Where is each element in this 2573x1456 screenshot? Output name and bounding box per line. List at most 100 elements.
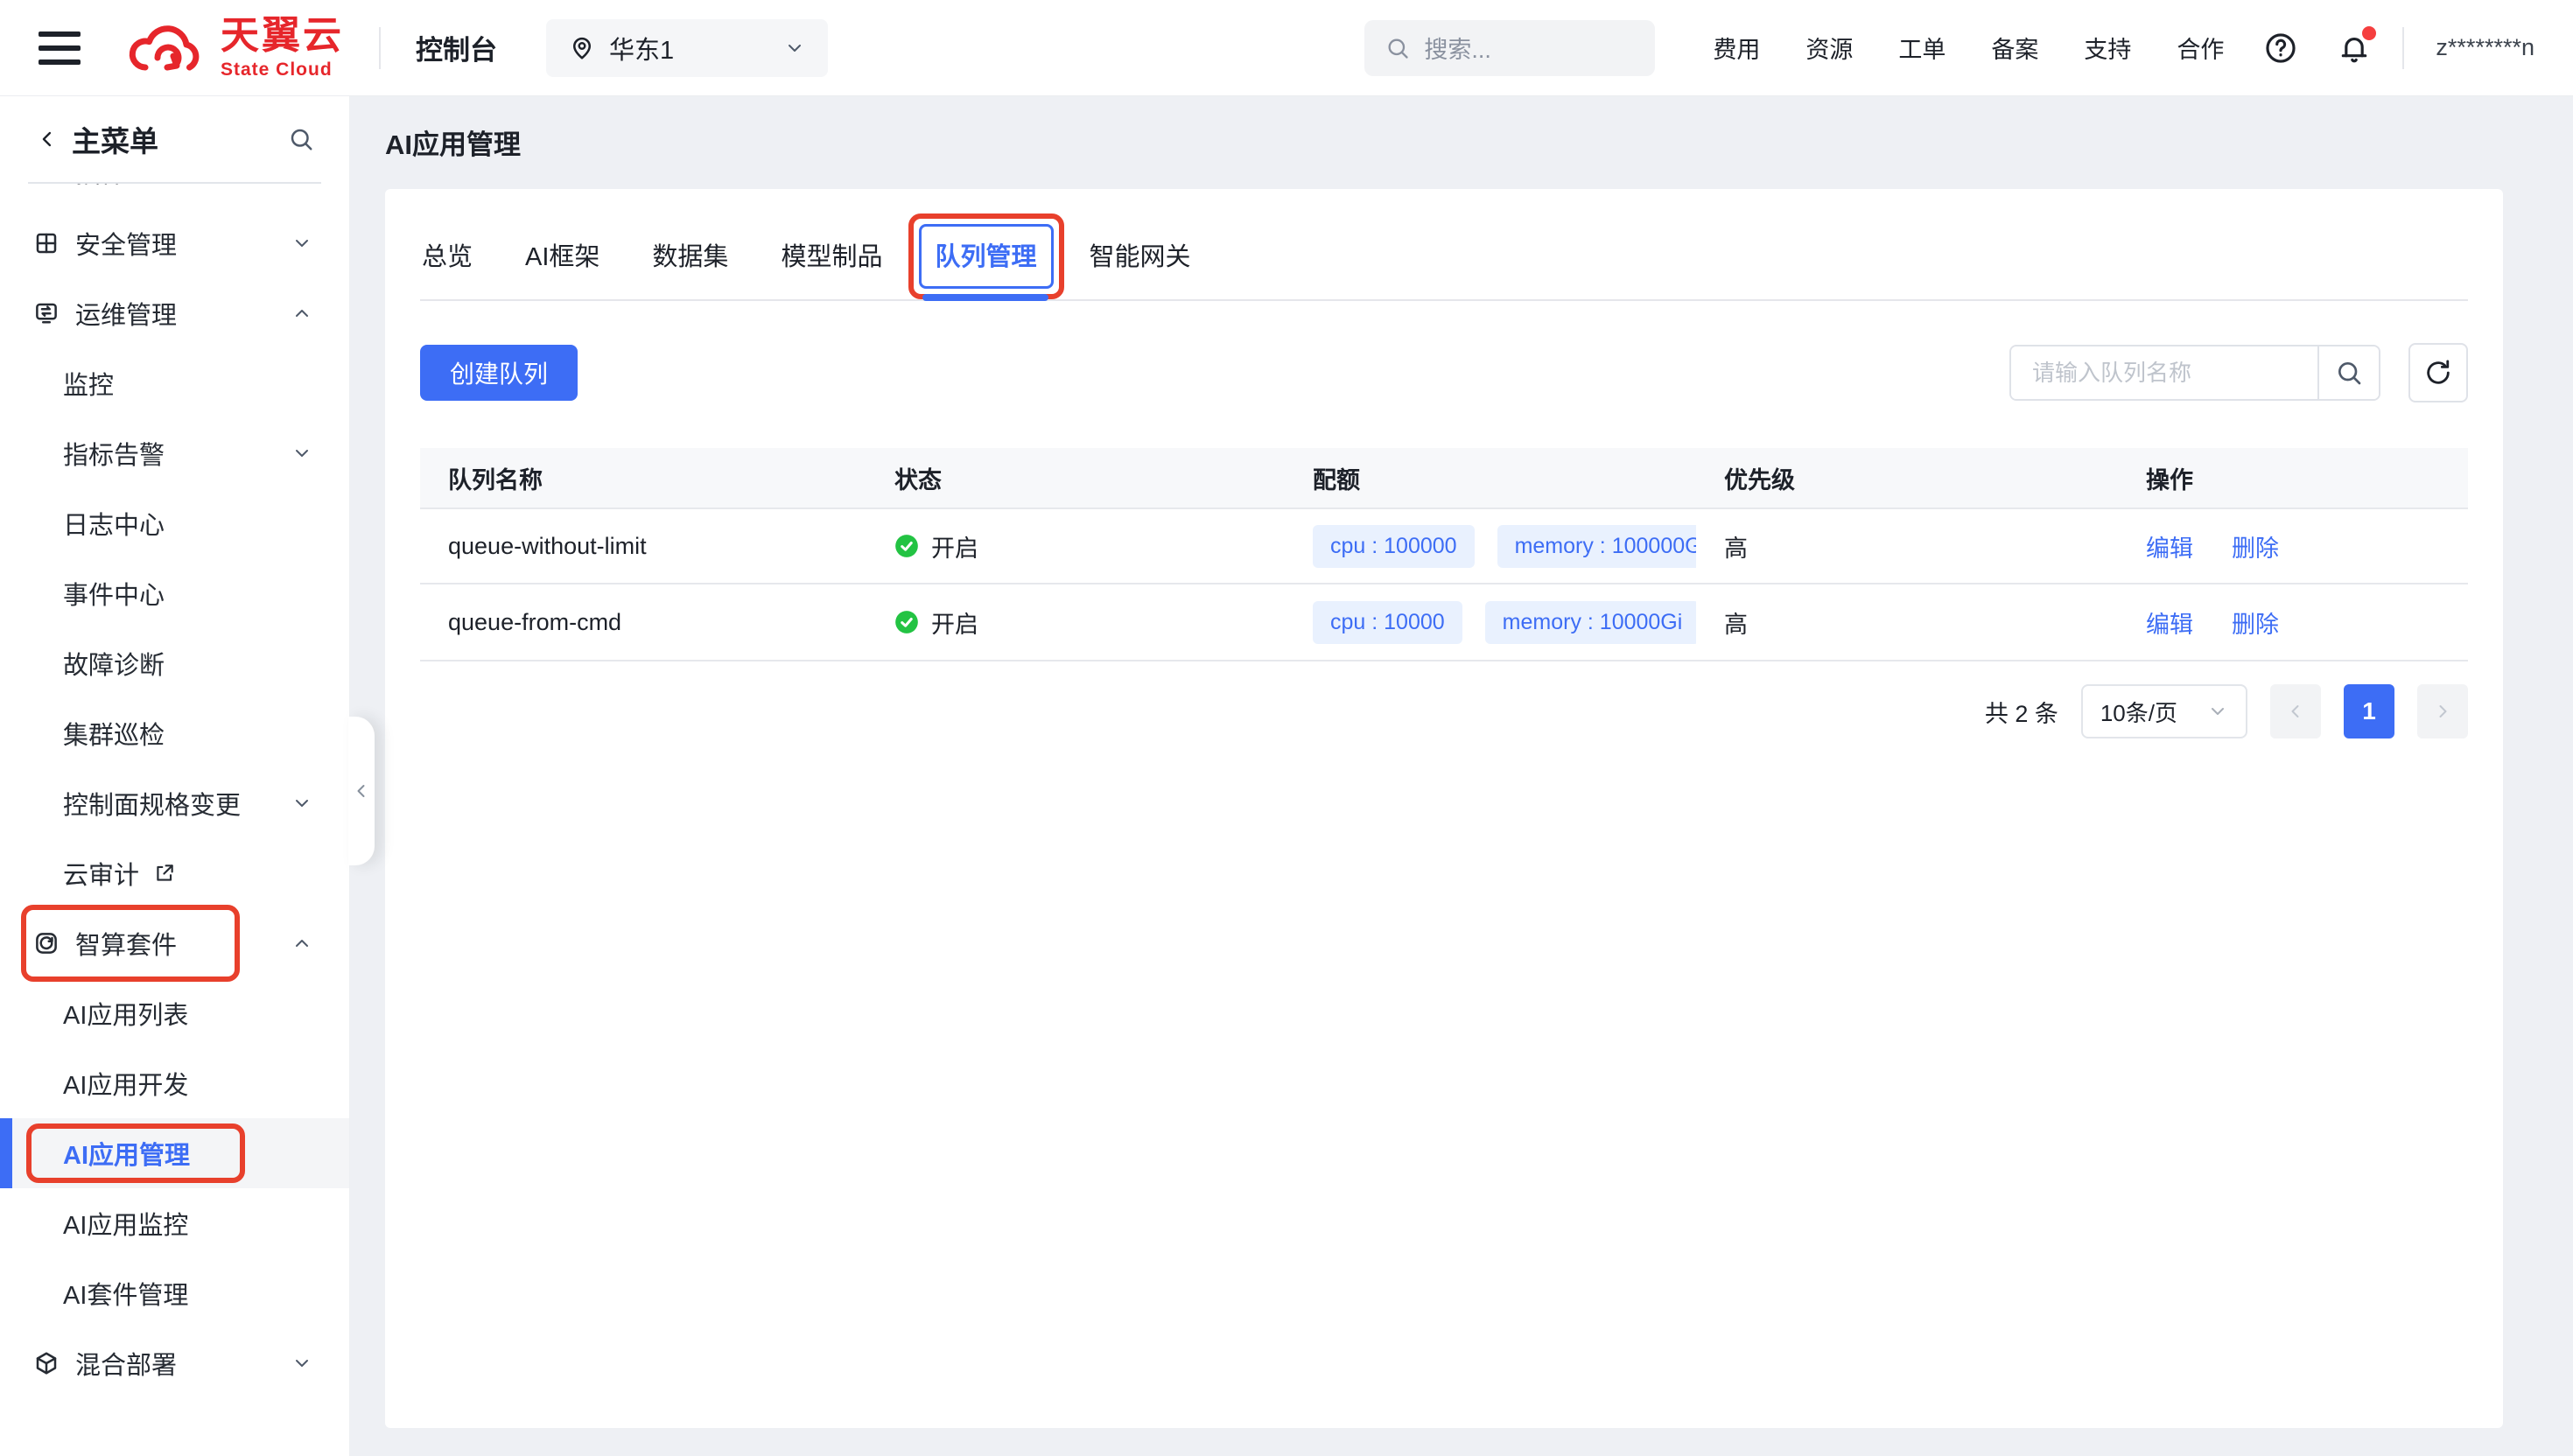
action-link-删除[interactable]: 删除 <box>2232 606 2279 640</box>
sidebar-item-监控[interactable]: 监控 <box>0 348 349 418</box>
page-size-value: 10条/页 <box>2100 696 2177 728</box>
quota-tag: cpu : 100000 <box>1313 525 1475 568</box>
page-title: AI应用管理 <box>350 96 2573 163</box>
tab-总览[interactable]: 总览 <box>422 236 473 273</box>
divider <box>379 27 381 69</box>
sidebar-item-智算套件[interactable]: 智算套件 <box>0 908 349 978</box>
column-header-状态: 状态 <box>866 461 1285 495</box>
help-icon[interactable] <box>2264 32 2297 65</box>
sidebar-item-安全管理[interactable]: 安全管理 <box>0 208 349 278</box>
sidebar-item-AI应用开发[interactable]: AI应用开发 <box>0 1048 349 1118</box>
chevron-down-icon <box>2207 701 2228 722</box>
table-row: queue-from-cmd开启cpu : 10000memory : 1000… <box>420 584 2468 662</box>
sidebar-collapse-handle[interactable] <box>348 717 375 865</box>
table-row: queue-without-limit 开启 cpu : 100000 memory … <box>420 508 2468 584</box>
sidebar-item-label: 监控 <box>63 365 114 402</box>
queue-table: 队列名称状态配额优先级操作 queue-without-limit开启cpu :… <box>420 448 2468 662</box>
search-icon <box>2335 359 2363 387</box>
queue-name: queue-without-limit <box>420 533 866 560</box>
sidebar-item-混合部署[interactable]: 混合部署 <box>0 1328 349 1398</box>
account-name[interactable]: z********n <box>2436 34 2534 61</box>
sidebar-item-日志中心[interactable]: 日志中心 <box>0 488 349 558</box>
sidebar-item-AI应用管理[interactable]: AI应用管理 <box>0 1118 349 1188</box>
tab-AI框架[interactable]: AI框架 <box>525 236 599 273</box>
status-success-icon <box>894 534 919 558</box>
sidebar-item-label: AI应用开发 <box>63 1065 188 1102</box>
top-nav-item-费用[interactable]: 费用 <box>1713 31 1760 65</box>
sidebar-item-AI应用监控[interactable]: AI应用监控 <box>0 1188 349 1258</box>
total-count-label: 共 2 条 <box>1985 695 2058 729</box>
refresh-icon <box>2423 358 2453 388</box>
action-link-编辑[interactable]: 编辑 <box>2146 529 2193 564</box>
quota-tag: cpu : 10000 <box>1313 601 1462 644</box>
sidebar-item-AI应用列表[interactable]: AI应用列表 <box>0 978 349 1048</box>
chevron-down-icon <box>291 233 312 254</box>
prev-page-button[interactable] <box>2270 684 2321 738</box>
tab-label: 智能网关 <box>1089 243 1190 271</box>
tab-智能网关[interactable]: 智能网关 <box>1089 236 1190 273</box>
sidebar-item-label: 指标告警 <box>63 435 165 472</box>
brand-subtitle: State Cloud <box>221 60 344 79</box>
global-search-input[interactable]: 搜索... <box>1364 20 1655 76</box>
back-chevron-icon[interactable] <box>35 127 60 151</box>
toolbar: 创建队列 <box>420 343 2468 402</box>
top-nav: 费用 资源 工单 备案 支持 合作 <box>1713 31 2224 65</box>
page-size-select[interactable]: 10条/页 <box>2081 684 2247 738</box>
tab-模型制品[interactable]: 模型制品 <box>781 236 882 273</box>
sidebar-item-事件中心[interactable]: 事件中心 <box>0 558 349 628</box>
sidebar-item-云审计[interactable]: 云审计 <box>0 838 349 908</box>
create-queue-button[interactable]: 创建队列 <box>420 345 578 401</box>
region-selector[interactable]: 华东1 <box>546 19 828 77</box>
top-nav-item-支持[interactable]: 支持 <box>2084 31 2131 65</box>
column-header-优先级: 优先级 <box>1696 461 2118 495</box>
top-nav-item-备案[interactable]: 备案 <box>1991 31 2038 65</box>
sidebar-item-运维管理[interactable]: 运维管理 <box>0 278 349 348</box>
sidebar-clipped-item[interactable]: 插件 <box>0 184 349 208</box>
top-nav-item-合作[interactable]: 合作 <box>2177 31 2224 65</box>
security-icon <box>33 184 60 185</box>
column-header-配额: 配额 <box>1285 461 1696 495</box>
brand-logo[interactable]: 天翼云 State Cloud <box>124 17 344 79</box>
chevron-down-icon <box>784 38 805 59</box>
next-page-button[interactable] <box>2417 684 2468 738</box>
page-1-button[interactable]: 1 <box>2344 684 2394 738</box>
main-content: AI应用管理 总览AI框架数据集模型制品队列管理智能网关 创建队列 队列名称状态… <box>350 96 2573 1456</box>
sidebar-item-故障诊断[interactable]: 故障诊断 <box>0 628 349 698</box>
queue-search-input[interactable] <box>2011 346 2317 399</box>
sidebar-item-AI套件管理[interactable]: AI套件管理 <box>0 1258 349 1328</box>
sidebar-item-控制面规格变更[interactable]: 控制面规格变更 <box>0 768 349 838</box>
action-link-删除[interactable]: 删除 <box>2232 529 2279 564</box>
sidebar-item-指标告警[interactable]: 指标告警 <box>0 418 349 488</box>
sidebar-item-label: 安全管理 <box>75 225 177 262</box>
security-icon <box>33 230 60 256</box>
region-name: 华东1 <box>609 30 674 66</box>
refresh-button[interactable] <box>2408 343 2468 402</box>
queue-name: queue-from-cmd <box>420 609 866 636</box>
queue-search-button[interactable] <box>2317 346 2379 399</box>
sidebar-search-icon[interactable] <box>288 126 314 152</box>
sidebar-item-label: 集群巡检 <box>63 715 165 752</box>
menu-hamburger-icon[interactable] <box>39 32 81 65</box>
tab-队列管理[interactable]: 队列管理 <box>935 236 1036 273</box>
sidebar-title[interactable]: 主菜单 <box>72 118 158 160</box>
status-badge: 开启 <box>894 529 978 564</box>
brand-name: 天翼云 <box>221 17 344 55</box>
sidebar-item-集群巡检[interactable]: 集群巡检 <box>0 698 349 768</box>
action-link-编辑[interactable]: 编辑 <box>2146 606 2193 640</box>
top-nav-item-资源[interactable]: 资源 <box>1805 31 1853 65</box>
chevron-down-icon <box>291 1353 312 1374</box>
sidebar-item-label: 插件 <box>75 184 126 190</box>
notification-bell-icon[interactable] <box>2338 32 2371 65</box>
ops-icon <box>33 300 60 326</box>
status-badge: 开启 <box>894 606 978 640</box>
sidebar-item-label: AI应用列表 <box>63 995 188 1032</box>
tab-数据集[interactable]: 数据集 <box>652 236 728 273</box>
collapse-chevron-icon <box>351 780 372 802</box>
sidebar-item-label: 事件中心 <box>63 575 165 612</box>
column-header-操作: 操作 <box>2118 461 2468 495</box>
chevron-down-icon <box>291 793 312 814</box>
console-link[interactable]: 控制台 <box>416 28 497 67</box>
top-nav-item-工单[interactable]: 工单 <box>1898 31 1946 65</box>
sidebar-item-插件[interactable]: 插件 <box>0 184 349 206</box>
quota-tag: memory : 100000G <box>1497 525 1696 568</box>
